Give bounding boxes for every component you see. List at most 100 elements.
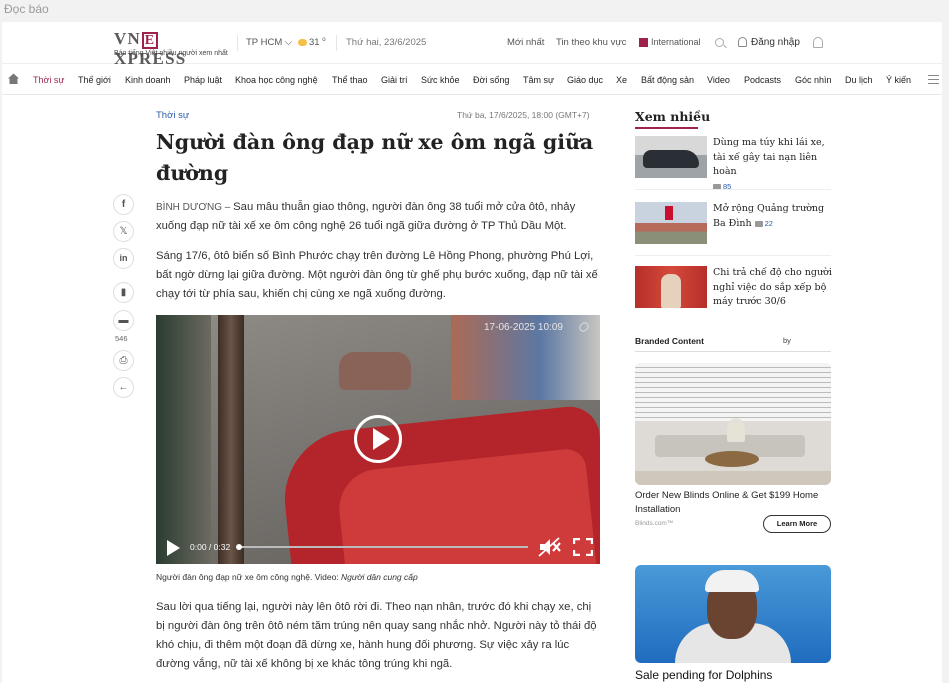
ad-cap — [705, 570, 759, 592]
header-date: Thứ hai, 23/6/2025 — [346, 37, 427, 48]
branded-by: by — [783, 336, 791, 345]
most-read-title[interactable]: Dùng ma túy khi lái xe, tài xế gây tai n… — [713, 137, 825, 177]
divider — [635, 351, 831, 352]
ad-floor — [635, 471, 831, 485]
facebook-share-button[interactable]: f — [113, 194, 134, 215]
comment-count: 22 — [754, 219, 773, 228]
main-nav: Thời sự Thế giới Kinh doanh Pháp luật Khoa h… — [2, 65, 942, 95]
play-icon[interactable] — [354, 415, 402, 463]
thumbnail[interactable] — [635, 202, 707, 244]
header-divider — [336, 35, 337, 51]
nav-item[interactable]: Kinh doanh — [125, 75, 171, 85]
nav-item[interactable]: Bất động sản — [641, 75, 694, 85]
article-category[interactable]: Thời sự — [156, 110, 189, 121]
chevron-down-icon: ⌵ — [284, 37, 293, 48]
nav-item[interactable]: Pháp luật — [184, 75, 222, 85]
page: VN EXPRESS Báo tiếng Việt nhiều người xem… — [2, 22, 942, 683]
nav-item[interactable]: Xe — [616, 75, 627, 85]
video-tree — [218, 315, 244, 564]
bookmark-icon: ▮ — [120, 287, 127, 298]
search-icon[interactable] — [715, 38, 724, 47]
divider — [635, 189, 831, 190]
login-button[interactable]: Đăng nhập — [738, 37, 800, 48]
site-logo[interactable]: VN EXPRESS Báo tiếng Việt nhiều người xem… — [114, 27, 230, 68]
logo-tagline: Báo tiếng Việt nhiều người xem nhất — [114, 50, 228, 57]
video-timestamp: 17-06-2025 10:09 — [484, 322, 563, 333]
comment-count: 546 — [115, 334, 128, 343]
nav-item[interactable]: Thể thao — [332, 75, 368, 85]
video-wall — [156, 315, 211, 564]
linkedin-icon: in — [119, 253, 128, 263]
video-caption: Người đàn ông đạp nữ xe ôm công nghệ. Vi… — [156, 572, 418, 582]
user-icon — [738, 37, 747, 48]
nav-item[interactable]: Khoa học công nghệ — [235, 75, 318, 85]
divider — [635, 255, 831, 256]
ad-image[interactable] — [635, 565, 831, 663]
ad-source: Blinds.com™ — [635, 520, 674, 527]
thumbnail[interactable] — [635, 266, 707, 308]
article-title: Người đàn ông đạp nữ xe ôm ngã giữa đườn… — [156, 130, 594, 185]
arrow-left-icon: ← — [118, 382, 129, 393]
video-progress-bar[interactable] — [238, 546, 528, 548]
nav-item[interactable]: Giải trí — [381, 75, 408, 85]
bookmark-button[interactable]: ▮ — [113, 282, 134, 303]
comment-button[interactable]: ▬ — [113, 310, 134, 331]
international-link[interactable]: International — [639, 37, 701, 48]
latest-link[interactable]: Mới nhất — [507, 37, 544, 48]
mute-icon[interactable] — [538, 537, 562, 557]
browser-window: Đọc báo VN EXPRESS Báo tiếng Việt nhiều n… — [0, 0, 949, 683]
weather-icon — [298, 39, 307, 47]
article-paragraph: Sáng 17/6, ôtô biển số Bình Phước chạy t… — [156, 250, 598, 300]
nav-item[interactable]: Tâm sự — [523, 75, 554, 85]
video-far-car — [339, 352, 411, 390]
nav-item[interactable]: Video — [707, 75, 730, 85]
facebook-icon: f — [121, 199, 126, 210]
international-icon — [639, 38, 648, 48]
home-icon[interactable] — [7, 72, 20, 85]
learn-more-button[interactable]: Learn More — [763, 515, 831, 533]
back-button[interactable]: ← — [113, 377, 134, 398]
nav-item[interactable]: Du lịch — [845, 75, 873, 85]
local-news-link[interactable]: Tin theo khu vực — [556, 37, 626, 48]
nav-item[interactable]: Đời sống — [473, 75, 509, 85]
print-button[interactable]: ⎙ — [113, 350, 134, 371]
window-title: Đọc báo — [4, 2, 49, 16]
linkedin-share-button[interactable]: in — [113, 248, 134, 269]
menu-icon[interactable] — [928, 75, 939, 84]
weather: 31 o — [298, 37, 326, 48]
nav-item[interactable]: Thế giới — [78, 75, 111, 85]
article-paragraph: Sau lời qua tiếng lại, người này lên ôtô… — [156, 601, 597, 670]
ad-blinds — [635, 363, 831, 421]
ad-plant — [727, 418, 745, 442]
nav-item[interactable]: Góc nhìn — [795, 75, 832, 85]
thumbnail[interactable] — [635, 136, 707, 178]
print-icon: ⎙ — [119, 355, 128, 366]
video-player[interactable]: 17-06-2025 10:09 0:00 / 0:32 — [156, 315, 600, 564]
bell-icon[interactable] — [813, 37, 823, 48]
article-location: BÌNH DƯƠNG — [156, 202, 223, 213]
comment-icon: ▬ — [118, 315, 129, 326]
logo-wordmark: VN EXPRESS — [114, 29, 187, 68]
most-read-underline — [635, 127, 698, 129]
play-button[interactable] — [167, 540, 180, 556]
nav-item[interactable]: Sức khỏe — [421, 75, 460, 85]
nav-item[interactable]: Giáo dục — [567, 75, 603, 85]
x-icon: 𝕏 — [119, 226, 128, 237]
header-divider — [237, 35, 238, 51]
ad-image[interactable] — [635, 363, 831, 485]
nav-item[interactable]: Podcasts — [744, 75, 781, 85]
comment-icon — [754, 220, 763, 227]
site-header: VN EXPRESS Báo tiếng Việt nhiều người xem… — [2, 22, 942, 68]
fullscreen-icon[interactable] — [573, 538, 593, 556]
ad-title[interactable]: Sale pending for Dolphins — [635, 668, 772, 682]
video-progress-handle[interactable] — [236, 544, 242, 550]
ad-table — [705, 451, 759, 467]
article-date: Thứ ba, 17/6/2025, 18:00 (GMT+7) — [457, 110, 590, 120]
most-read-title[interactable]: Chi trả chế độ cho người nghỉ việc do sắ… — [713, 267, 832, 307]
nav-item[interactable]: Ý kiến — [886, 75, 911, 85]
x-share-button[interactable]: 𝕏 — [113, 221, 134, 242]
city-selector[interactable]: TP HCM ⌵ — [246, 37, 292, 48]
ad-title[interactable]: Order New Blinds Online & Get $199 Home … — [635, 489, 831, 516]
nav-item[interactable]: Thời sự — [33, 75, 64, 85]
branded-content-heading: Branded Content — [635, 336, 704, 346]
